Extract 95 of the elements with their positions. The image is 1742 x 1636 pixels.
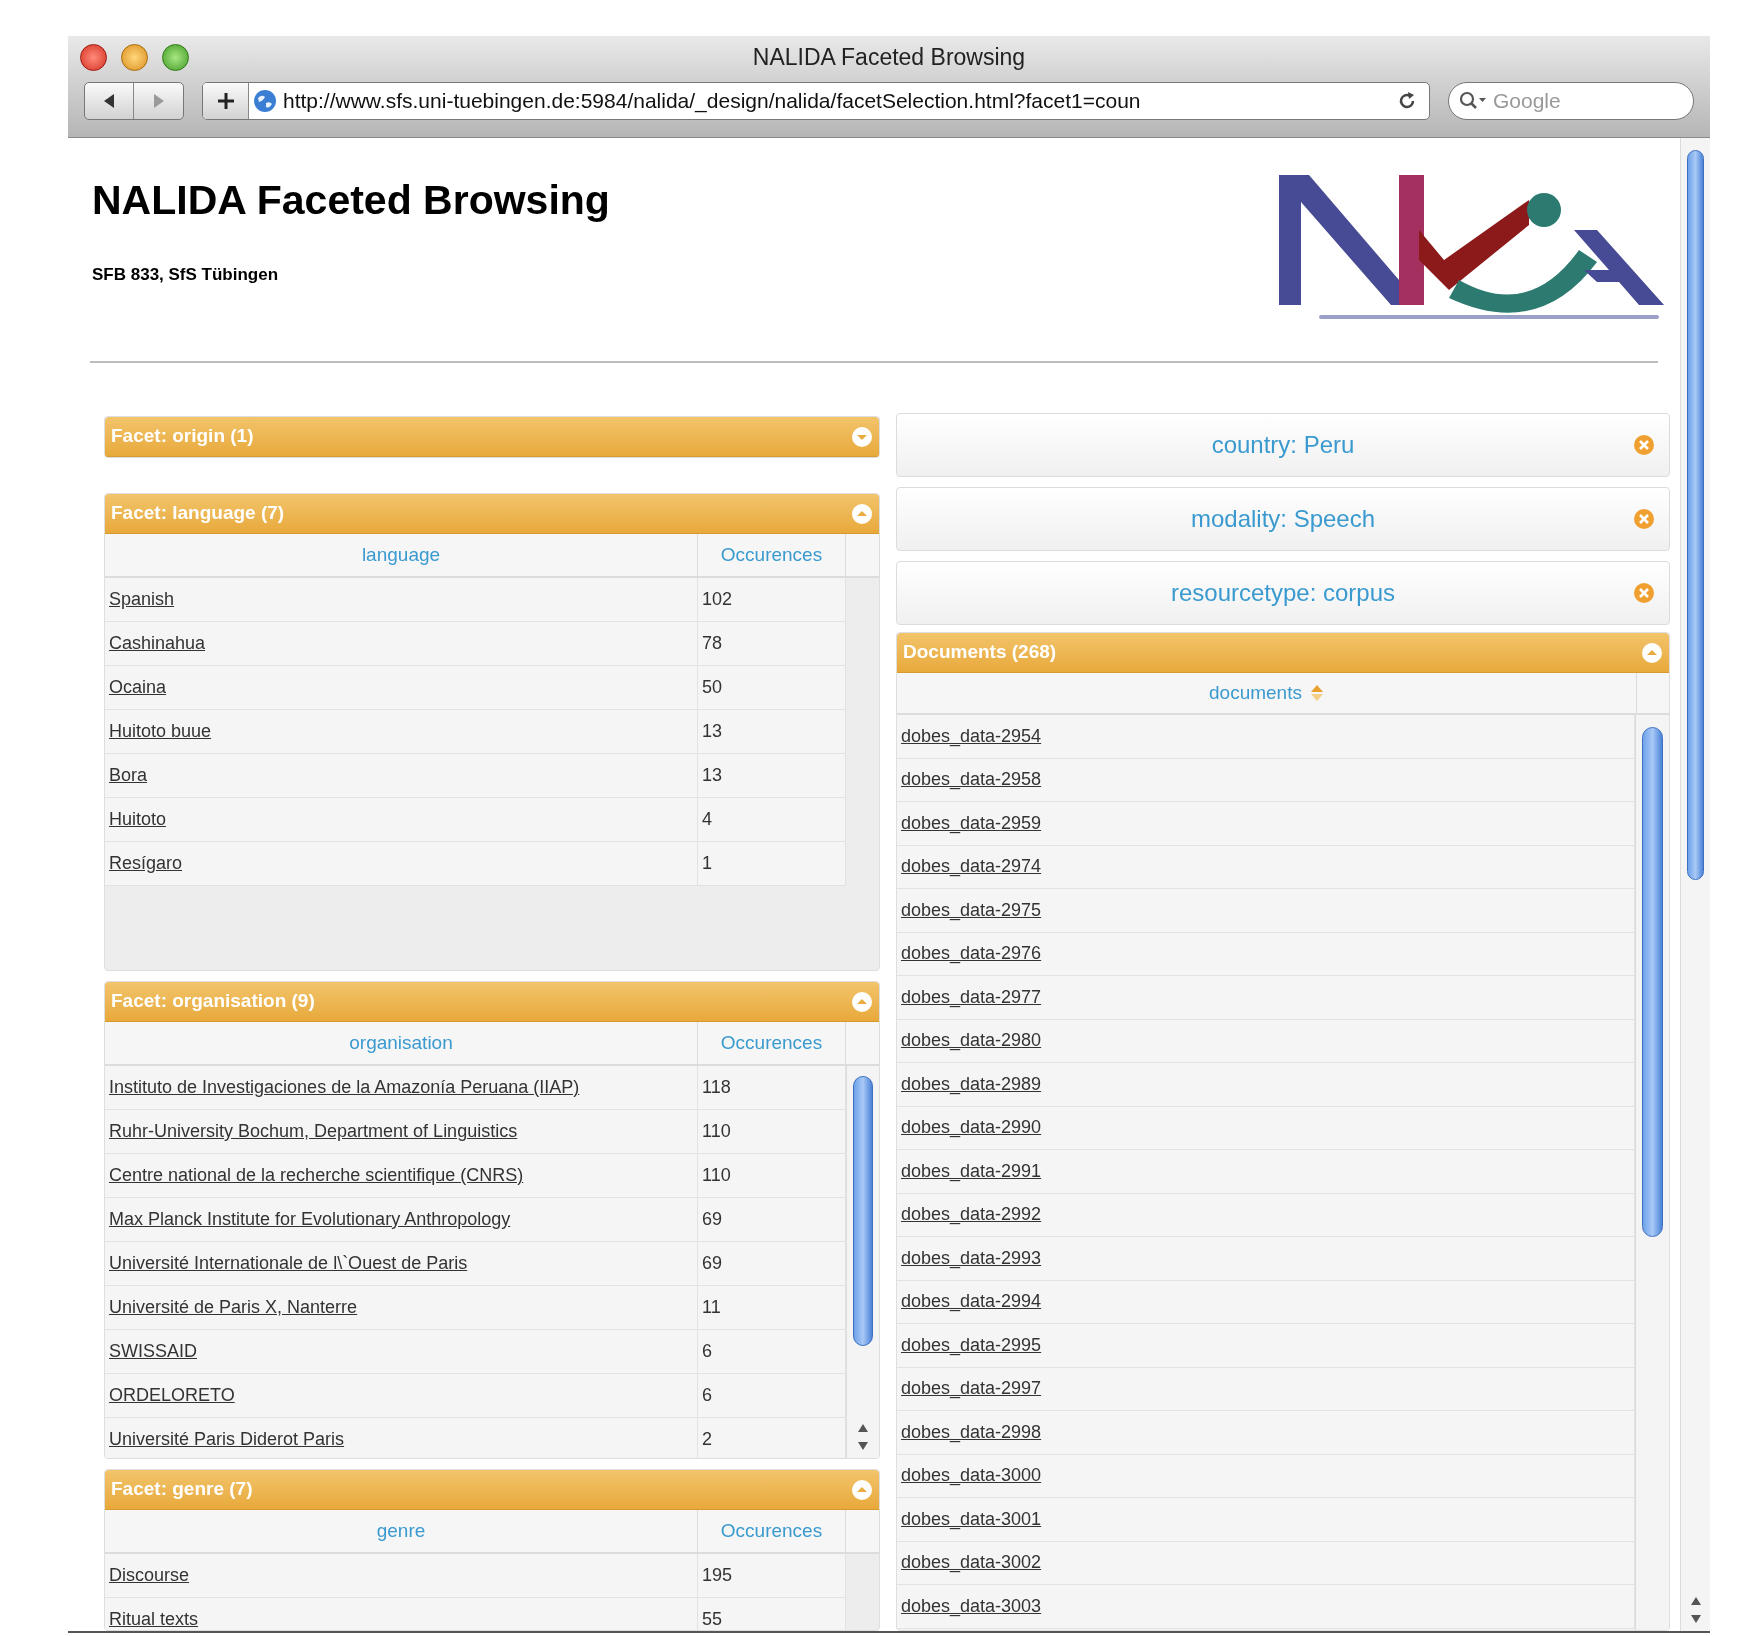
scrollbar[interactable] bbox=[846, 1066, 879, 1458]
filter-label: resourcetype: corpus bbox=[1170, 578, 1396, 608]
page-title: NALIDA Faceted Browsing bbox=[92, 176, 610, 224]
remove-icon[interactable] bbox=[1633, 582, 1655, 604]
count-cell-text: 50 bbox=[702, 676, 723, 699]
facet-value-link[interactable]: Huitoto bbox=[109, 806, 167, 833]
document-link[interactable]: dobes_data-2992 bbox=[901, 1201, 1042, 1229]
sort-icon[interactable] bbox=[1309, 684, 1324, 702]
scrollbar[interactable] bbox=[1635, 715, 1669, 1630]
collapse-icon[interactable] bbox=[851, 990, 873, 1013]
scroll-up-icon[interactable] bbox=[857, 1422, 869, 1434]
remove-icon[interactable] bbox=[1633, 508, 1655, 530]
expand-icon[interactable] bbox=[851, 425, 873, 448]
document-link[interactable]: dobes_data-2989 bbox=[901, 1070, 1042, 1098]
scroll-down-icon[interactable] bbox=[1689, 1613, 1702, 1625]
document-link[interactable]: dobes_data-2990 bbox=[901, 1114, 1042, 1142]
document-link[interactable]: dobes_data-2958 bbox=[901, 766, 1042, 794]
scrollbar[interactable] bbox=[1680, 138, 1710, 1631]
collapse-icon[interactable] bbox=[851, 502, 873, 525]
document-link[interactable]: dobes_data-3002 bbox=[901, 1549, 1042, 1577]
scrollbar-thumb[interactable] bbox=[1642, 727, 1663, 1237]
document-link[interactable]: dobes_data-2994 bbox=[901, 1288, 1042, 1316]
count-cell-text: 110 bbox=[702, 1120, 731, 1143]
document-link[interactable]: dobes_data-2975 bbox=[901, 896, 1042, 924]
collapse-icon[interactable] bbox=[851, 1478, 873, 1501]
close-window-button[interactable] bbox=[80, 44, 107, 71]
panel-title: Facet: language (7) bbox=[111, 501, 285, 526]
search-icon bbox=[1459, 91, 1487, 111]
facet-value-link[interactable]: Ruhr-University Bochum, Department of Linguistics bbox=[109, 1118, 518, 1145]
facet-value-link[interactable]: Cashinahua bbox=[109, 630, 206, 657]
window-title: NALIDA Faceted Browsing bbox=[752, 42, 1026, 72]
facet-value-link[interactable]: ORDELORETO bbox=[109, 1382, 235, 1409]
count-cell-text: 4 bbox=[702, 808, 712, 831]
document-link[interactable]: dobes_data-2993 bbox=[901, 1244, 1042, 1272]
scroll-down-icon[interactable] bbox=[857, 1440, 869, 1452]
document-link[interactable]: dobes_data-2977 bbox=[901, 983, 1042, 1011]
count-cell-text: 69 bbox=[702, 1208, 723, 1231]
facet-value-link[interactable]: Ocaina bbox=[109, 674, 167, 701]
facet-value-link[interactable]: Huitoto buue bbox=[109, 718, 212, 745]
panel-title: Facet: organisation (9) bbox=[111, 989, 315, 1014]
document-link[interactable]: dobes_data-3001 bbox=[901, 1505, 1042, 1533]
panel-title: Documents (268) bbox=[903, 640, 1057, 665]
facet-value-link[interactable]: Ritual texts bbox=[109, 1606, 199, 1630]
facet-value-link[interactable]: Université de Paris X, Nanterre bbox=[109, 1294, 358, 1321]
document-link[interactable]: dobes_data-2976 bbox=[901, 940, 1042, 968]
page-subtitle: SFB 833, SfS Tübingen bbox=[92, 264, 280, 286]
panel-title: Facet: genre (7) bbox=[111, 1477, 253, 1502]
scrollbar-thumb[interactable] bbox=[853, 1076, 873, 1346]
column-title: documents bbox=[1209, 680, 1302, 705]
facet-value-link[interactable]: Discourse bbox=[109, 1562, 190, 1589]
count-cell-text: 13 bbox=[702, 720, 723, 743]
document-link[interactable]: dobes_data-2954 bbox=[901, 722, 1042, 750]
search-placeholder: Google bbox=[1493, 88, 1561, 115]
count-cell-text: 102 bbox=[702, 588, 733, 611]
back-arrow-icon bbox=[102, 93, 116, 109]
count-cell-text: 110 bbox=[702, 1164, 731, 1187]
count-cell-text: 55 bbox=[702, 1608, 723, 1630]
document-link[interactable]: dobes_data-2998 bbox=[901, 1418, 1042, 1446]
count-cell-text: 118 bbox=[702, 1076, 731, 1099]
filter-label: modality: Speech bbox=[1190, 504, 1376, 534]
facet-value-link[interactable]: Centre national de la recherche scientifique (CNRS) bbox=[109, 1162, 524, 1189]
facet-value-link[interactable]: Bora bbox=[109, 762, 148, 789]
count-cell-text: 78 bbox=[702, 632, 723, 655]
collapse-icon[interactable] bbox=[1641, 641, 1663, 664]
facet-value-link[interactable]: Université Internationale de l\`Ouest de Paris bbox=[109, 1250, 468, 1277]
count-cell-text: 13 bbox=[702, 764, 723, 787]
count-cell-text: 6 bbox=[702, 1340, 712, 1363]
scrollbar-thumb[interactable] bbox=[1687, 150, 1704, 880]
count-cell-text: 6 bbox=[702, 1384, 712, 1407]
zoom-window-button[interactable] bbox=[162, 44, 189, 71]
count-cell-text: 1 bbox=[702, 852, 712, 875]
count-cell-text: 69 bbox=[702, 1252, 723, 1275]
document-link[interactable]: dobes_data-2995 bbox=[901, 1331, 1042, 1359]
document-link[interactable]: dobes_data-2959 bbox=[901, 809, 1042, 837]
count-cell-text: 195 bbox=[702, 1564, 733, 1587]
document-link[interactable]: dobes_data-2980 bbox=[901, 1027, 1042, 1055]
forward-arrow-icon bbox=[151, 93, 166, 109]
remove-icon[interactable] bbox=[1633, 434, 1655, 456]
scroll-up-icon[interactable] bbox=[1689, 1595, 1702, 1607]
facet-value-link[interactable]: Université Paris Diderot Paris bbox=[109, 1426, 345, 1453]
document-link[interactable]: dobes_data-3003 bbox=[901, 1592, 1042, 1620]
document-link[interactable]: dobes_data-3000 bbox=[901, 1462, 1042, 1490]
minimize-window-button[interactable] bbox=[121, 44, 148, 71]
filter-label: country: Peru bbox=[1211, 430, 1355, 460]
document-link[interactable]: dobes_data-2991 bbox=[901, 1157, 1042, 1185]
document-link[interactable]: dobes_data-2997 bbox=[901, 1375, 1042, 1403]
count-cell-text: 2 bbox=[702, 1428, 712, 1451]
count-cell-text: 11 bbox=[702, 1296, 721, 1319]
facet-value-link[interactable]: SWISSAID bbox=[109, 1338, 197, 1365]
facet-value-link[interactable]: Instituto de Investigaciones de la Amazonía Peruana (IIAP) bbox=[109, 1074, 580, 1101]
facet-value-link[interactable]: Max Planck Institute for Evolutionary Anthropology bbox=[109, 1206, 511, 1233]
panel-title: Facet: origin (1) bbox=[111, 424, 254, 449]
facet-value-link[interactable]: Spanish bbox=[109, 586, 175, 613]
facet-value-link[interactable]: Resígaro bbox=[109, 850, 183, 877]
document-link[interactable]: dobes_data-2974 bbox=[901, 853, 1042, 881]
